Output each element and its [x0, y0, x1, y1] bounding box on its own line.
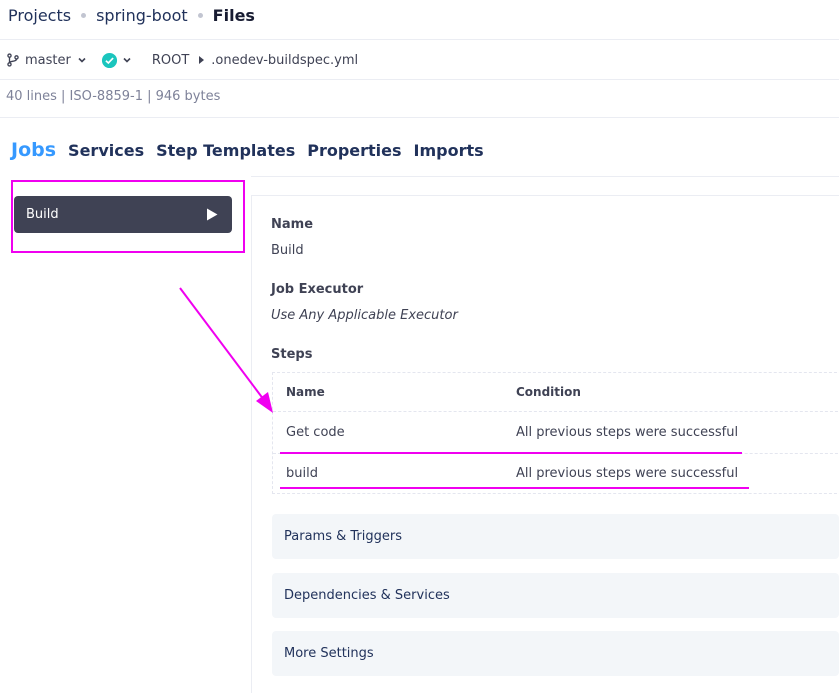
tab-imports[interactable]: Imports: [414, 141, 484, 160]
breadcrumb-project-link[interactable]: spring-boot: [96, 6, 188, 25]
annotation-underline: [280, 487, 749, 489]
step-condition: All previous steps were successful: [516, 466, 739, 481]
git-branch-icon: [7, 53, 19, 67]
path-separator-icon: [199, 56, 205, 64]
job-executor-value: Use Any Applicable Executor: [271, 308, 458, 323]
breadcrumb-separator: [81, 12, 87, 18]
branch-selector[interactable]: master: [25, 53, 71, 68]
step-name: build: [286, 466, 318, 481]
more-settings-section[interactable]: More Settings: [272, 631, 839, 676]
annotation-underline: [280, 452, 742, 454]
check-circle-icon[interactable]: [101, 52, 118, 69]
name-value: Build: [271, 243, 304, 258]
breadcrumb-projects-link[interactable]: Projects: [8, 6, 71, 25]
name-label: Name: [271, 217, 314, 232]
steps-table: Name Condition Get code All previous ste…: [272, 372, 839, 494]
table-row[interactable]: Get code All previous steps were success…: [273, 413, 839, 454]
job-executor-label: Job Executor: [271, 282, 364, 297]
column-header-condition: Condition: [516, 385, 581, 399]
table-header-row: Name Condition: [273, 373, 839, 414]
fileinfo-divider: [0, 117, 839, 118]
detail-top-border: [251, 195, 839, 196]
tab-properties[interactable]: Properties: [307, 141, 401, 160]
params-triggers-section[interactable]: Params & Triggers: [272, 514, 839, 559]
tab-step-templates[interactable]: Step Templates: [156, 141, 295, 160]
buildspec-tabs: Jobs Services Step Templates Properties …: [11, 139, 496, 167]
path-root-link[interactable]: ROOT: [152, 53, 189, 68]
breadcrumb-separator: [197, 12, 203, 18]
toolbar-divider: [0, 79, 839, 80]
row-divider: [273, 411, 839, 412]
step-condition: All previous steps were successful: [516, 425, 739, 440]
file-info: 40 lines | ISO-8859-1 | 946 bytes: [6, 89, 221, 104]
dependencies-services-section[interactable]: Dependencies & Services: [272, 573, 839, 618]
steps-label: Steps: [271, 347, 313, 362]
step-name: Get code: [286, 425, 345, 440]
chevron-down-icon[interactable]: [122, 55, 132, 65]
path-file: .onedev-buildspec.yml: [211, 52, 359, 68]
breadcrumb: Projects spring-boot Files: [8, 2, 255, 28]
tab-jobs[interactable]: Jobs: [11, 139, 56, 161]
column-header-name: Name: [286, 385, 325, 399]
annotation-highlight-box: [11, 180, 245, 253]
breadcrumb-current: Files: [212, 5, 255, 25]
detail-left-border: [251, 195, 252, 693]
tabs-divider: [251, 176, 839, 177]
tab-services[interactable]: Services: [68, 141, 144, 160]
header-divider: [0, 39, 839, 40]
file-toolbar: master ROOT .onedev-buildspec.yml: [6, 48, 358, 72]
chevron-down-icon[interactable]: [77, 55, 87, 65]
